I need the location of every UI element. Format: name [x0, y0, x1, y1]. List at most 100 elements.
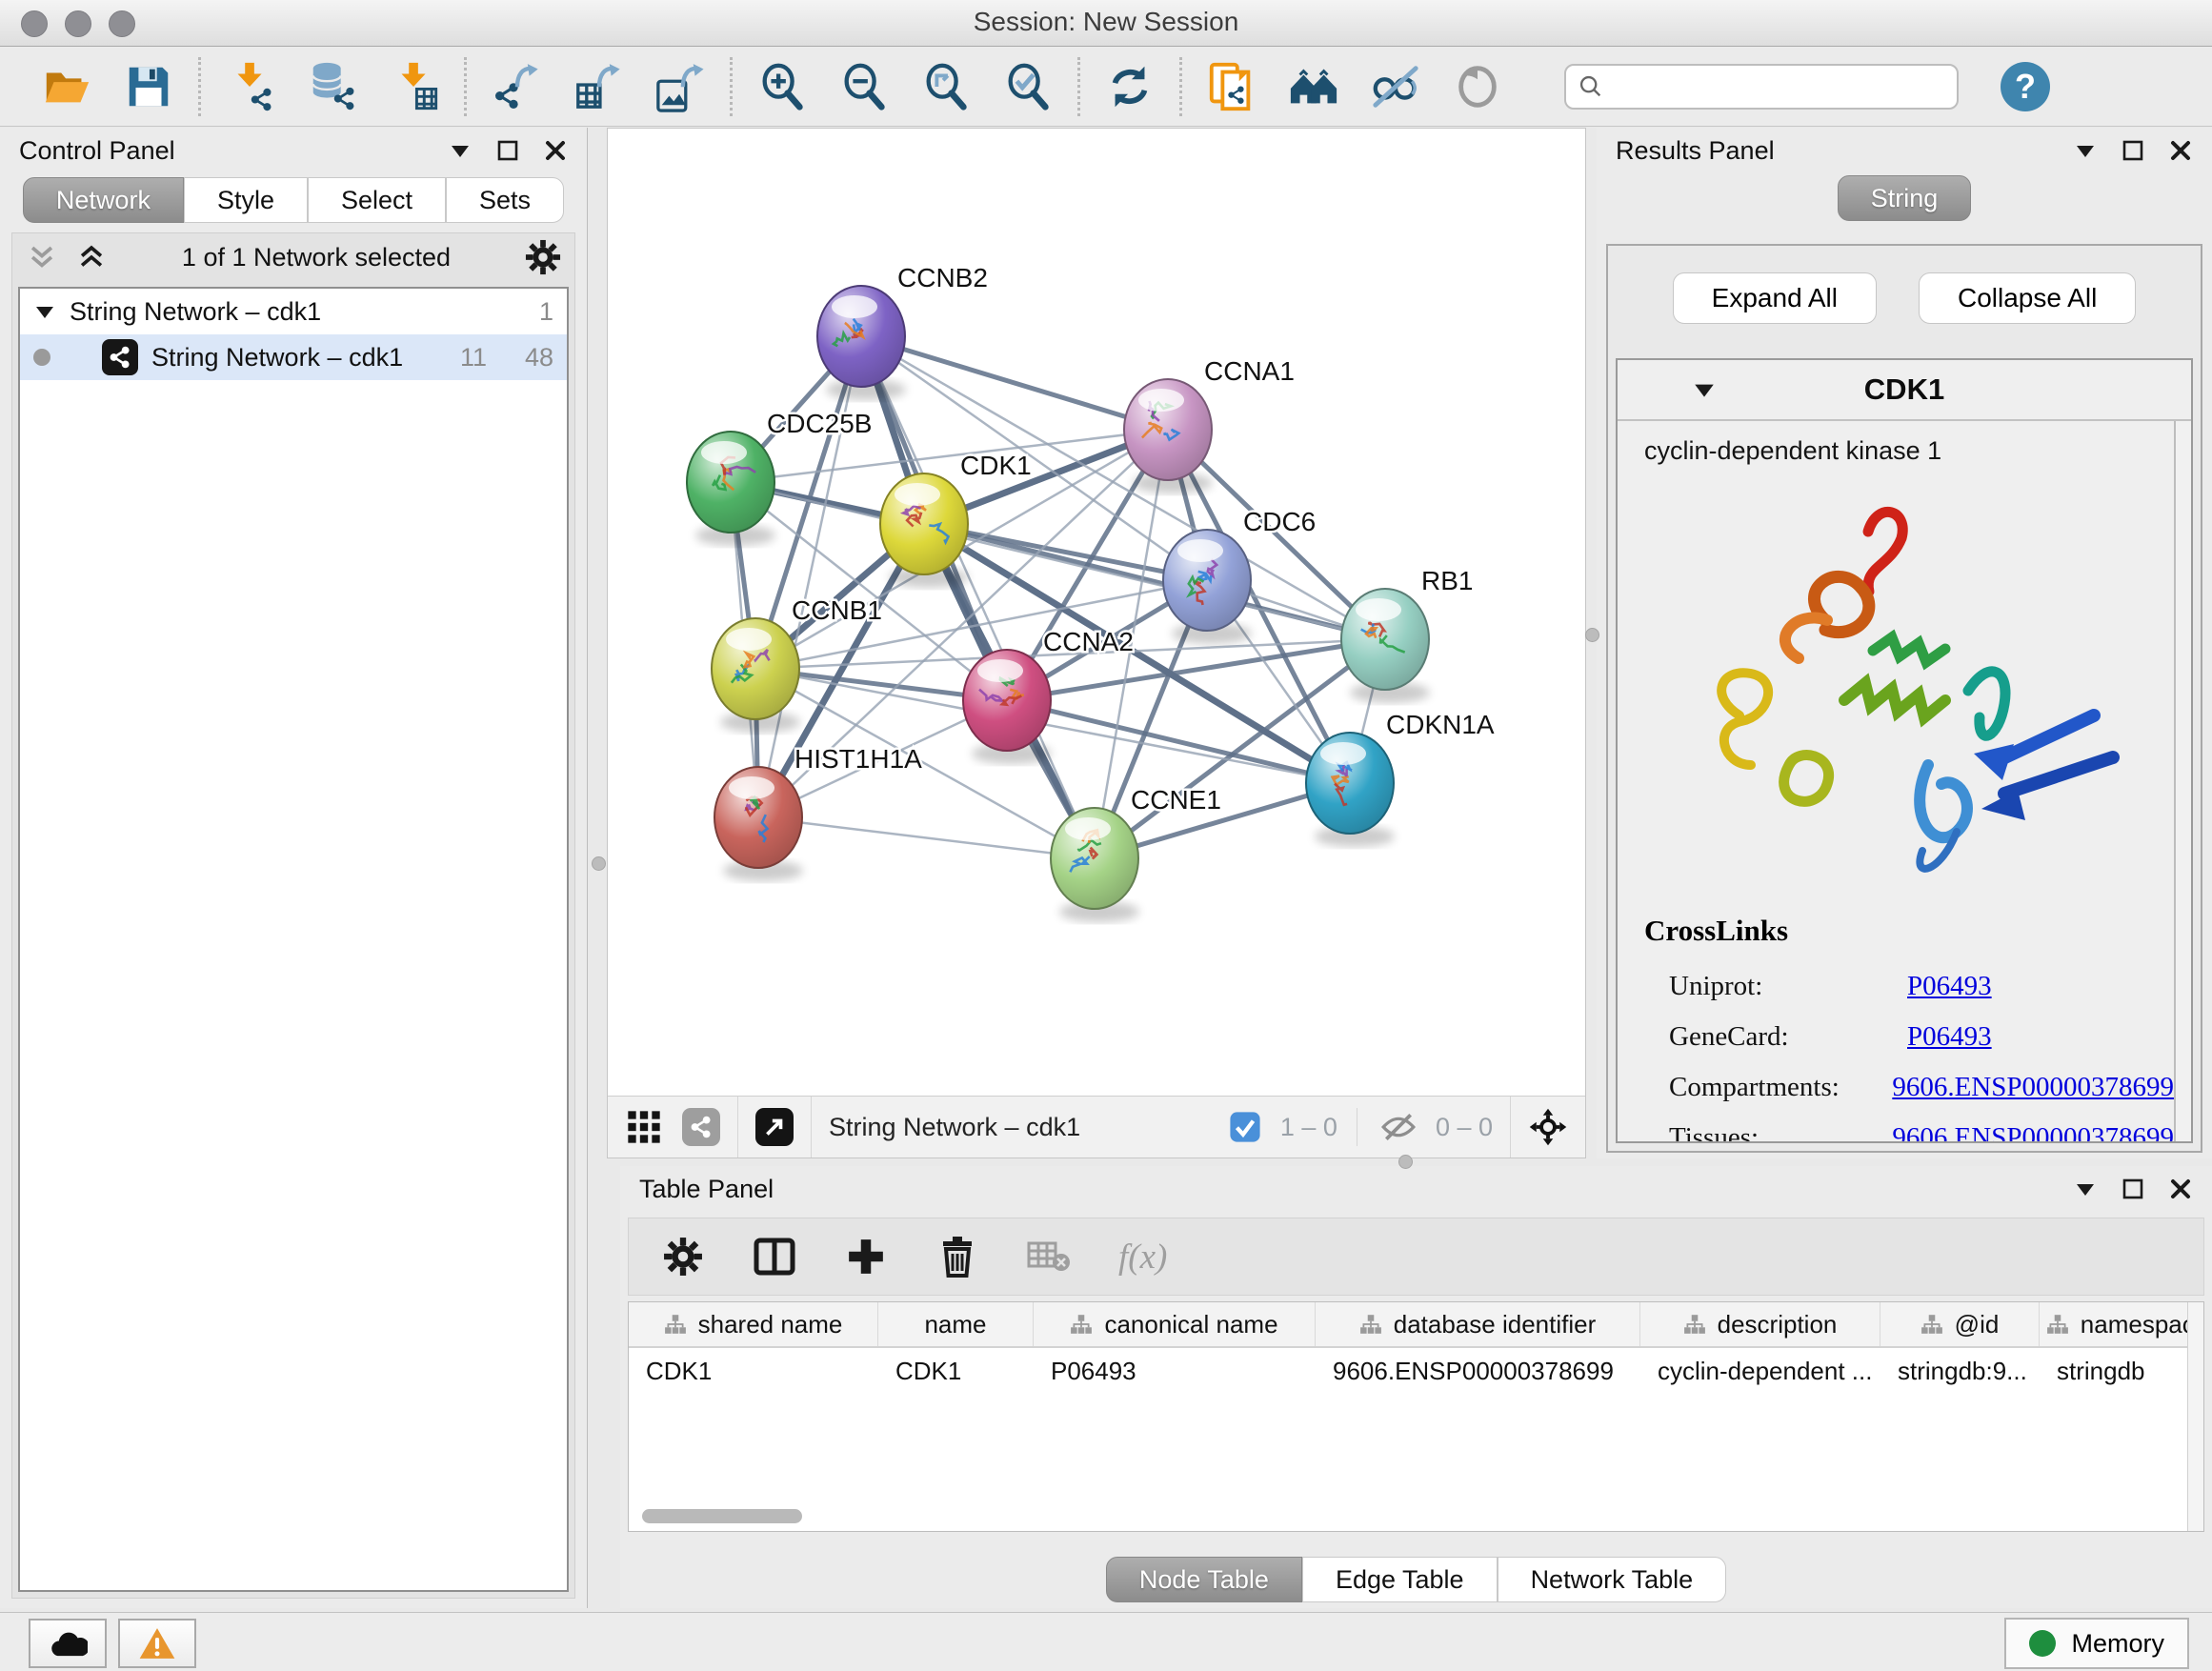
refresh-button[interactable] — [1103, 60, 1156, 113]
column-header-name[interactable]: name — [878, 1302, 1034, 1346]
fit-content-crosshair-icon[interactable] — [1528, 1107, 1568, 1147]
genecard-link[interactable]: P06493 — [1907, 1021, 1992, 1053]
network-canvas[interactable]: CCNB2CCNA1CDC25BCDK1CDC6RB1CCNB1CCNA2CDK… — [608, 129, 1585, 1097]
network-node-RB1[interactable]: RB1 — [1341, 566, 1473, 703]
delete-table-icon[interactable] — [1027, 1235, 1071, 1278]
tissues-link[interactable]: 9606.ENSP00000378699 — [1892, 1122, 2174, 1141]
tab-node-table[interactable]: Node Table — [1106, 1557, 1302, 1602]
table-cell[interactable]: stringdb:9... — [1880, 1348, 2040, 1394]
open-in-window-icon[interactable] — [755, 1108, 794, 1146]
string-glasses-off-button[interactable] — [1369, 60, 1422, 113]
clone-network-button[interactable] — [1205, 60, 1258, 113]
close-panel-icon[interactable] — [543, 138, 568, 163]
tab-network-table[interactable]: Network Table — [1498, 1557, 1727, 1602]
column-header-database-identifier[interactable]: database identifier — [1316, 1302, 1640, 1346]
uniprot-link[interactable]: P06493 — [1907, 971, 1992, 1002]
network-row[interactable]: String Network – cdk1 11 48 — [20, 334, 567, 380]
export-network-button[interactable] — [490, 60, 543, 113]
search-input[interactable] — [1604, 70, 1945, 102]
hidden-eye-icon[interactable] — [1380, 1109, 1417, 1145]
column-header-namespace[interactable]: namespace — [2040, 1302, 2204, 1346]
close-panel-icon[interactable] — [2168, 138, 2193, 163]
panel-menu-icon[interactable] — [448, 138, 473, 163]
float-panel-icon[interactable] — [2121, 138, 2145, 163]
tab-edge-table[interactable]: Edge Table — [1302, 1557, 1498, 1602]
collapse-all-networks-icon[interactable] — [26, 241, 58, 273]
help-button[interactable]: ? — [2001, 62, 2050, 111]
zoom-out-button[interactable] — [837, 60, 891, 113]
expand-all-networks-icon[interactable] — [75, 241, 108, 273]
float-panel-icon[interactable] — [495, 138, 520, 163]
column-header-canonical-name[interactable]: canonical name — [1034, 1302, 1316, 1346]
memory-button[interactable]: Memory — [2004, 1618, 2189, 1669]
right-splitter-handle[interactable] — [1585, 628, 1599, 642]
table-cell[interactable]: stringdb — [2040, 1348, 2204, 1394]
left-splitter-handle[interactable] — [592, 856, 606, 871]
zoom-selected-button[interactable] — [1001, 60, 1055, 113]
network-options-gear-icon[interactable] — [525, 239, 561, 275]
zoom-window-button[interactable] — [109, 10, 135, 37]
close-panel-icon[interactable] — [2168, 1177, 2193, 1201]
export-image-button[interactable] — [654, 60, 707, 113]
compartments-link[interactable]: 9606.ENSP00000378699 — [1892, 1072, 2174, 1103]
tab-select[interactable]: Select — [308, 177, 446, 223]
string-style-badge-icon[interactable] — [682, 1108, 720, 1146]
float-panel-icon[interactable] — [2121, 1177, 2145, 1201]
eye-button[interactable] — [1451, 60, 1504, 113]
save-session-button[interactable] — [122, 60, 175, 113]
table-cell[interactable]: P06493 — [1034, 1348, 1316, 1394]
table-cell[interactable]: CDK1 — [878, 1348, 1034, 1394]
horizontal-scrollbar[interactable] — [642, 1509, 802, 1523]
network-node-CDKN1A[interactable]: CDKN1A — [1306, 710, 1495, 847]
panel-menu-icon[interactable] — [2073, 1177, 2098, 1201]
minimize-window-button[interactable] — [65, 10, 91, 37]
import-table-button[interactable] — [388, 60, 441, 113]
show-columns-icon[interactable] — [753, 1235, 796, 1278]
zoom-fit-button[interactable] — [919, 60, 973, 113]
tab-sets[interactable]: Sets — [446, 177, 564, 223]
network-node-CCNE1[interactable]: CCNE1 — [1051, 785, 1221, 922]
import-network-button[interactable] — [224, 60, 277, 113]
table-gear-icon[interactable] — [661, 1235, 705, 1278]
bottom-splitter-handle[interactable] — [1398, 1155, 1413, 1169]
vertical-scrollbar[interactable] — [2187, 1302, 2203, 1531]
table-cell[interactable]: 9606.ENSP00000378699 — [1316, 1348, 1640, 1394]
tab-string-results[interactable]: String — [1838, 175, 1972, 221]
table-cell[interactable]: cyclin-dependent ... — [1640, 1348, 1880, 1394]
search-box[interactable] — [1564, 64, 1959, 110]
results-scrollbar[interactable] — [2174, 421, 2191, 1141]
close-window-button[interactable] — [21, 10, 48, 37]
column-header-description[interactable]: description — [1640, 1302, 1880, 1346]
cloud-status-button[interactable] — [29, 1619, 107, 1668]
expand-all-button[interactable]: Expand All — [1673, 272, 1877, 324]
function-builder-icon[interactable]: f(x) — [1118, 1237, 1167, 1278]
network-node-CCNB2[interactable]: CCNB2 — [817, 263, 988, 400]
traffic-lights — [21, 10, 135, 37]
network-view[interactable]: CCNB2CCNA1CDC25BCDK1CDC6RB1CCNB1CCNA2CDK… — [607, 128, 1586, 1158]
collapse-section-caret-icon[interactable] — [1692, 377, 1717, 402]
add-column-icon[interactable] — [844, 1235, 888, 1278]
network-node-CDC6[interactable]: CDC6 — [1163, 507, 1316, 644]
tab-style[interactable]: Style — [184, 177, 308, 223]
collapse-caret-icon[interactable] — [33, 300, 56, 323]
column-header-shared-name[interactable]: shared name — [629, 1302, 878, 1346]
warning-status-button[interactable] — [118, 1619, 196, 1668]
delete-column-icon[interactable] — [935, 1235, 979, 1278]
network-view-toolbar: String Network – cdk1 1 – 0 0 – 0 — [608, 1096, 1585, 1158]
string-home-button[interactable] — [1287, 60, 1340, 113]
cdk1-section-header[interactable]: CDK1 — [1618, 360, 2191, 421]
birdseye-grid-icon[interactable] — [625, 1108, 663, 1146]
zoom-in-button[interactable] — [755, 60, 809, 113]
network-node-HIST1H1A[interactable]: HIST1H1A — [714, 744, 922, 881]
table-cell[interactable]: CDK1 — [629, 1348, 878, 1394]
search-icon — [1578, 73, 1604, 100]
open-session-button[interactable] — [40, 60, 93, 113]
selected-checkbox-icon[interactable] — [1229, 1111, 1261, 1143]
tab-network[interactable]: Network — [23, 177, 184, 223]
network-collection-row[interactable]: String Network – cdk1 1 — [20, 289, 567, 334]
import-database-button[interactable] — [306, 60, 359, 113]
collapse-all-button[interactable]: Collapse All — [1919, 272, 2136, 324]
panel-menu-icon[interactable] — [2073, 138, 2098, 163]
column-header--id[interactable]: @id — [1880, 1302, 2040, 1346]
export-table-button[interactable] — [572, 60, 625, 113]
